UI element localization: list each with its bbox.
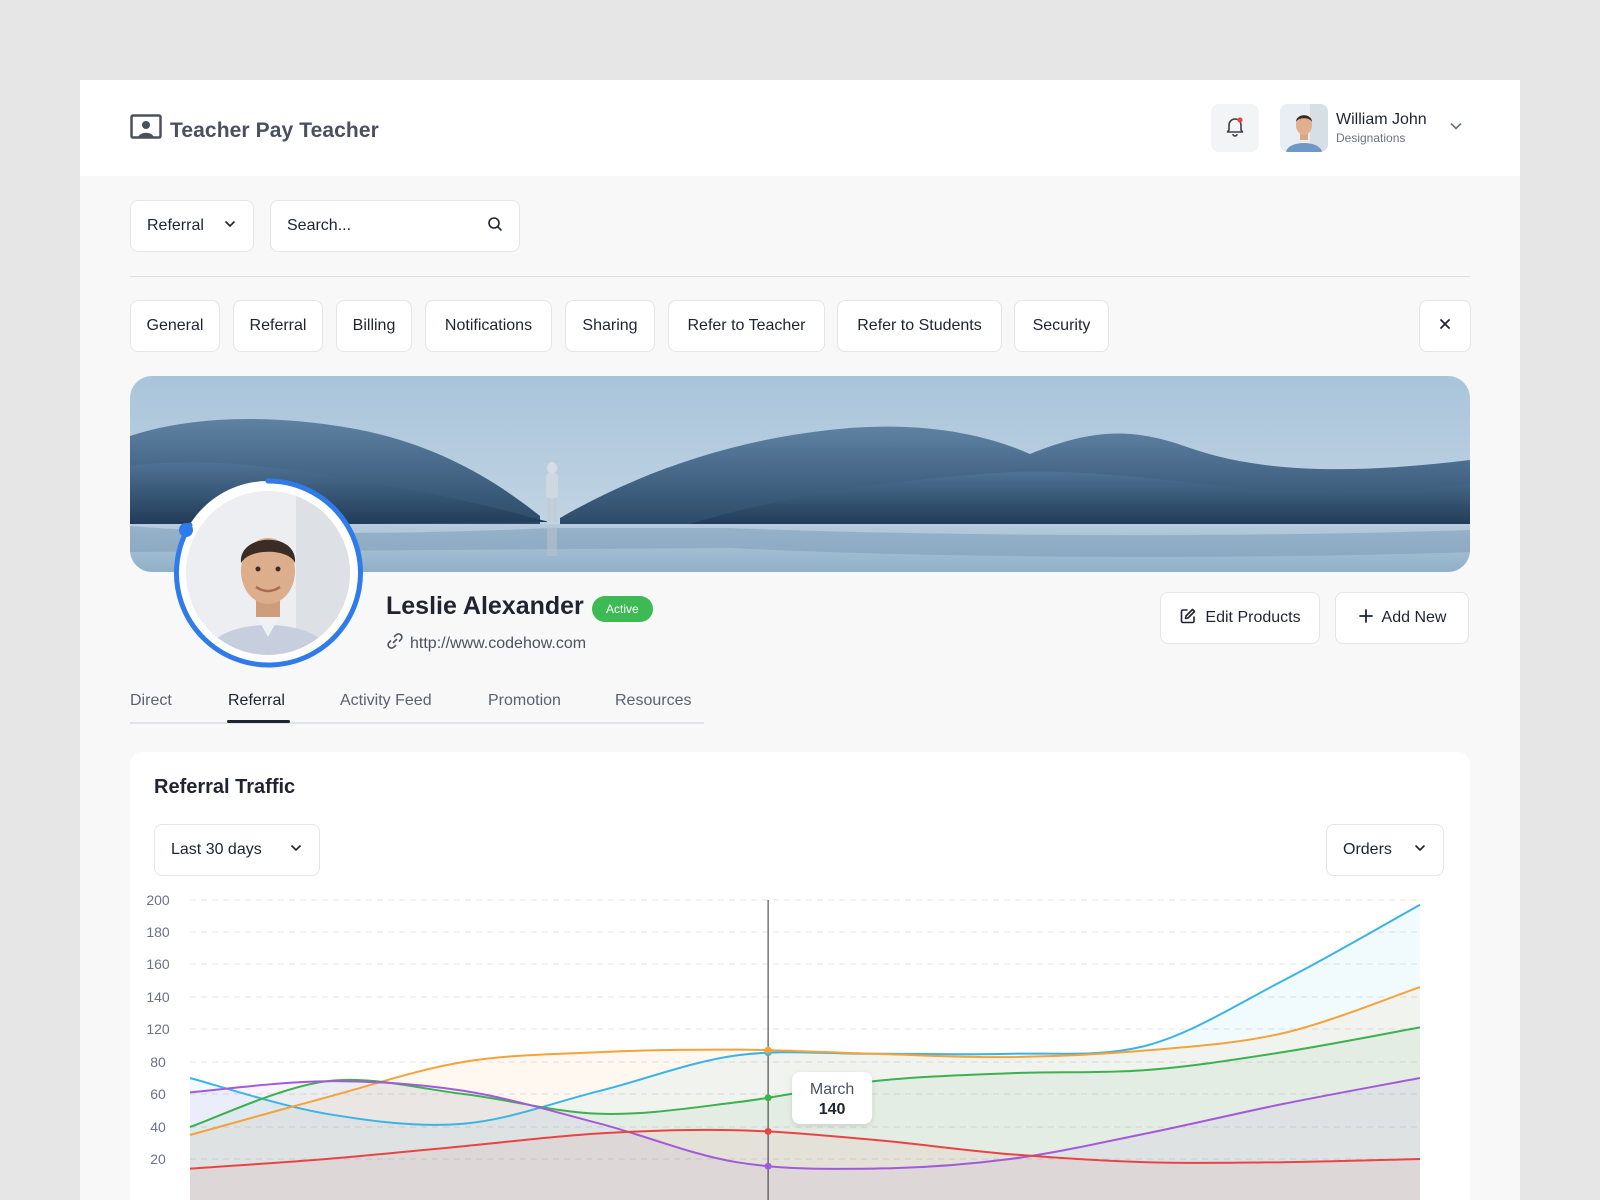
y-tick-label: 40 [150,1119,166,1135]
bell-icon [1224,115,1246,142]
y-tick-label: 120 [146,1021,170,1037]
chart-tooltip: March 140 [792,1072,873,1124]
profile-website-link[interactable]: http://www.codehow.com [386,632,586,655]
add-new-label: Add New [1381,609,1447,626]
chevron-down-icon[interactable] [1449,119,1463,138]
status-badge: Active [592,596,653,622]
filter-dropdown[interactable]: Referral [130,200,254,252]
y-tick-label: 160 [146,956,170,972]
hover-marker-1 [764,1046,772,1054]
tab-promotion[interactable]: Promotion [488,692,561,710]
user-name: William John [1336,111,1427,128]
y-tick-label: 80 [150,1054,166,1070]
close-button[interactable] [1419,300,1471,352]
chevron-down-icon [223,217,237,236]
settings-tab-billing[interactable]: Billing [336,300,412,352]
top-bar: Teacher Pay Teacher William John Designa… [80,80,1520,176]
close-icon [1438,317,1452,336]
settings-tab-sharing[interactable]: Sharing [565,300,655,352]
settings-tab-refer-to-students[interactable]: Refer to Students [837,300,1002,352]
y-tick-label: 60 [150,1086,166,1102]
profile-avatar[interactable] [186,491,350,655]
tab-resources[interactable]: Resources [615,692,691,710]
profile-tabs: Direct Referral Activity Feed Promotion … [130,692,704,724]
app-logo[interactable]: Teacher Pay Teacher [130,114,379,147]
referral-traffic-card: Referral Traffic Last 30 days Orders 20 4… [130,752,1470,1200]
y-tick-label: 20 [150,1151,166,1167]
link-icon [386,632,404,655]
active-tab-indicator [227,720,290,723]
hover-marker-4 [764,1127,772,1135]
filter-selected: Referral [147,217,204,234]
app-title: Teacher Pay Teacher [170,118,379,142]
plus-icon [1358,608,1374,629]
tab-referral[interactable]: Referral [228,692,285,710]
search-icon[interactable] [487,216,503,237]
tooltip-value: 140 [819,1101,846,1118]
y-tick-label: 140 [146,989,170,1005]
user-role: Designations [1336,131,1406,145]
profile-name: Leslie Alexander [386,592,584,620]
section-divider [130,276,1470,277]
hover-marker-2 [764,1094,772,1102]
edit-icon [1179,607,1197,630]
y-tick-label: 180 [146,924,170,940]
settings-tab-referral[interactable]: Referral [233,300,323,352]
notifications-button[interactable] [1211,104,1259,152]
hover-marker-3 [764,1162,772,1170]
referral-traffic-chart: 20 40 60 80 120 140 160 180 200 March 140 [146,892,1421,1200]
search-box[interactable]: Search... [270,200,520,252]
edit-products-button[interactable]: Edit Products [1160,592,1320,644]
user-avatar[interactable] [1280,104,1328,152]
website-url[interactable]: http://www.codehow.com [410,635,586,653]
search-input[interactable]: Search... [287,217,351,235]
tooltip-label: March [810,1081,854,1098]
tab-activity-feed[interactable]: Activity Feed [340,692,432,710]
edit-products-label: Edit Products [1205,609,1301,626]
app-window: Teacher Pay Teacher William John Designa… [80,80,1520,1200]
teacher-board-icon [130,114,162,147]
settings-tab-refer-to-teacher[interactable]: Refer to Teacher [668,300,825,352]
settings-tab-general[interactable]: General [130,300,220,352]
settings-tab-security[interactable]: Security [1014,300,1109,352]
add-new-button[interactable]: Add New [1335,592,1469,644]
y-tick-label: 200 [146,892,170,908]
tab-direct[interactable]: Direct [130,692,172,710]
settings-tab-notifications[interactable]: Notifications [425,300,552,352]
user-menu[interactable]: William John Designations [1280,104,1463,152]
